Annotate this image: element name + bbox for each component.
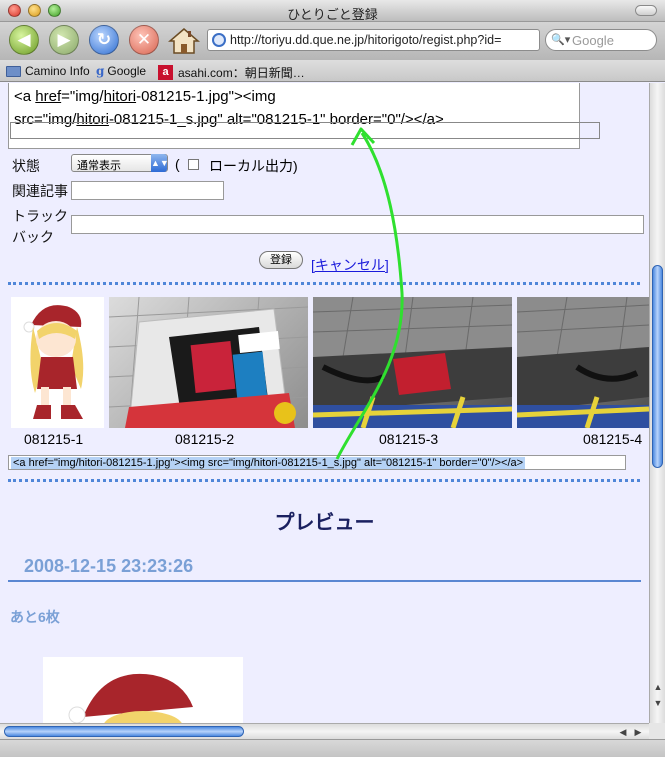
cancel-link[interactable]: [キャンセル] xyxy=(311,255,389,275)
bookmark-google[interactable]: g Google xyxy=(96,64,146,78)
page-content: <a href="img/hitori-081215-1.jpg"><img s… xyxy=(0,83,649,723)
vertical-scrollbar[interactable]: ▲ ▼ xyxy=(649,83,665,723)
body-textarea[interactable]: <a href="img/hitori-081215-1.jpg"><img s… xyxy=(8,83,580,149)
image-tag-selected-text: <a href="img/hitori-081215-1.jpg"><img s… xyxy=(11,457,526,469)
laptop-slot-photo-2 xyxy=(517,297,649,428)
expresscard-package-photo xyxy=(109,297,308,428)
status-bar xyxy=(0,739,665,757)
divider xyxy=(8,282,640,285)
register-button[interactable]: 登録 xyxy=(259,251,303,269)
thumbnail-081215-1[interactable] xyxy=(11,297,104,428)
code-text: <a xyxy=(14,88,36,105)
related-label: 関連記事 xyxy=(12,183,68,199)
santa-girl-illustration xyxy=(23,305,84,419)
image-tag-field[interactable]: <a href="img/hitori-081215-1.jpg"><img s… xyxy=(8,455,626,470)
home-icon xyxy=(167,28,201,54)
bookmark-label: asahi.com：朝日新聞… xyxy=(178,66,305,80)
home-button[interactable] xyxy=(167,26,201,56)
stop-x-icon: ✕ xyxy=(136,30,152,49)
search-placeholder: Google xyxy=(572,33,614,48)
status-label: 状態 xyxy=(12,158,40,174)
scroll-up-arrow-icon[interactable]: ▲ xyxy=(652,681,664,693)
stop-button[interactable]: ✕ xyxy=(129,25,159,55)
code-text: -081215-1.jpg"><img xyxy=(136,88,276,105)
code-text: ="img/ xyxy=(61,88,104,105)
preview-heading: プレビュー xyxy=(274,512,375,534)
horizontal-scroll-thumb[interactable] xyxy=(4,726,244,737)
thumbnail-caption: 081215-3 xyxy=(379,431,439,447)
thumbnail-081215-2[interactable] xyxy=(109,297,308,428)
forward-button[interactable]: ▶ xyxy=(49,25,79,55)
preview-image xyxy=(43,657,243,723)
code-line-1: <a href="img/hitori-081215-1.jpg"><img xyxy=(14,85,574,108)
thumbnail-081215-4[interactable] xyxy=(517,297,649,428)
related-article-input[interactable] xyxy=(71,181,224,200)
thumbnail-caption: 081215-2 xyxy=(175,431,235,447)
chevron-updown-icon: ▲▼ xyxy=(151,154,169,172)
folder-icon xyxy=(6,65,21,77)
laptop-slot-photo xyxy=(313,297,512,428)
status-select[interactable]: 通常表示 ▲▼ xyxy=(71,154,169,172)
scroll-left-arrow-icon[interactable]: ◀ xyxy=(617,726,629,738)
back-button[interactable]: ◀ xyxy=(9,25,39,55)
google-g-icon: g xyxy=(96,64,105,78)
local-output-label: ローカル出力) xyxy=(209,158,298,174)
arrow-right-icon: ▶ xyxy=(57,30,71,49)
search-icon: 🔍▾ xyxy=(551,34,571,46)
scroll-right-arrow-icon[interactable]: ▶ xyxy=(632,726,644,738)
browser-window: ひとりごと登録 ◀ ▶ ↻ ✕ http://toriyu.dd.que.ne.… xyxy=(0,0,665,757)
reload-icon: ↻ xyxy=(96,30,112,49)
code-text: hitori xyxy=(103,88,137,105)
arrow-left-icon: ◀ xyxy=(17,30,31,49)
bookmark-label: Google xyxy=(107,64,147,78)
vertical-scroll-thumb[interactable] xyxy=(652,265,663,468)
code-text: href xyxy=(35,88,62,105)
bookmarks-bar: Camino Info g Google a asahi.com：朝日新聞… xyxy=(0,60,665,82)
search-field[interactable]: 🔍▾ Google xyxy=(545,29,657,51)
horizontal-scrollbar[interactable]: ◀ ▶ xyxy=(0,723,649,739)
bookmark-label: Camino Info xyxy=(25,64,90,78)
remaining-count: あと6枚 xyxy=(10,609,60,625)
reload-button[interactable]: ↻ xyxy=(89,25,119,55)
trackback-input[interactable] xyxy=(71,215,644,234)
scroll-down-arrow-icon[interactable]: ▼ xyxy=(652,697,664,709)
trackback-label-line2: バック xyxy=(12,229,54,245)
address-bar[interactable]: http://toriyu.dd.que.ne.jp/hitorigoto/re… xyxy=(207,29,540,51)
selection-outline xyxy=(10,122,600,139)
site-globe-icon xyxy=(212,33,226,47)
status-select-value: 通常表示 xyxy=(77,160,121,172)
asahi-icon: a xyxy=(158,65,173,80)
bookmark-asahi[interactable]: a asahi.com：朝日新聞… xyxy=(158,64,305,81)
scroll-corner xyxy=(649,723,665,739)
window-title: ひとりごと登録 xyxy=(287,7,378,22)
thumbnail-081215-3[interactable] xyxy=(313,297,512,428)
thumbnail-caption: 081215-4 xyxy=(583,431,643,447)
title-bar: ひとりごと登録 xyxy=(0,0,665,22)
divider xyxy=(8,479,640,482)
santa-girl-preview xyxy=(68,673,193,723)
bookmark-camino-info[interactable]: Camino Info xyxy=(6,64,90,78)
thumbnail-caption: 081215-1 xyxy=(24,431,84,447)
navigation-toolbar: ◀ ▶ ↻ ✕ http://toriyu.dd.que.ne.jp/hitor… xyxy=(0,22,665,60)
toolbar-toggle-button[interactable] xyxy=(635,5,657,16)
address-input[interactable]: http://toriyu.dd.que.ne.jp/hitorigoto/re… xyxy=(230,33,537,47)
trackback-label-line1: トラック xyxy=(12,208,68,224)
local-output-checkbox[interactable] xyxy=(188,159,199,170)
paren-open: ( xyxy=(175,156,180,172)
entry-date: 2008-12-15 23:23:26 xyxy=(24,556,194,576)
entry-rule xyxy=(8,580,641,582)
